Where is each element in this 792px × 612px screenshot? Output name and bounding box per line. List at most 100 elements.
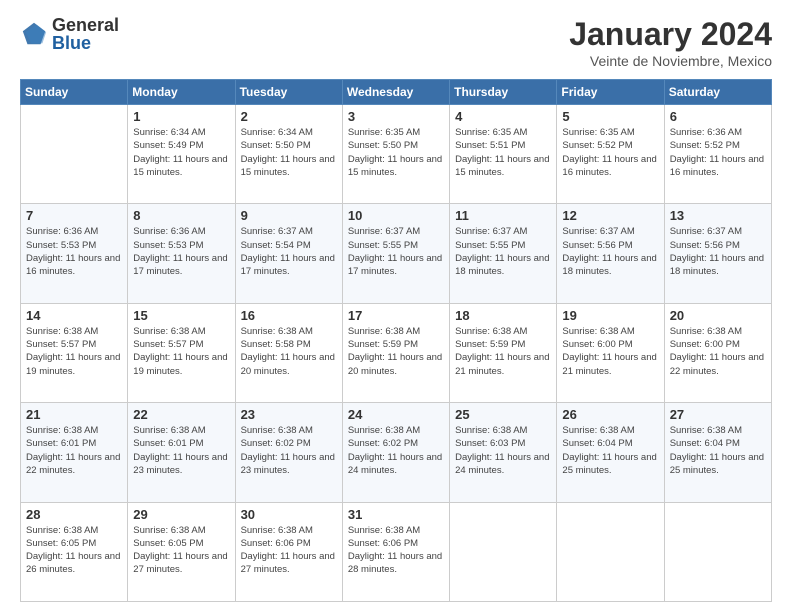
day-info: Sunrise: 6:34 AMSunset: 5:49 PMDaylight:… [133,126,229,179]
day-number: 12 [562,208,658,223]
day-info: Sunrise: 6:38 AMSunset: 5:57 PMDaylight:… [26,325,122,378]
table-row: 19Sunrise: 6:38 AMSunset: 6:00 PMDayligh… [557,303,664,402]
table-row: 27Sunrise: 6:38 AMSunset: 6:04 PMDayligh… [664,403,771,502]
logo-blue-text: Blue [52,34,119,52]
day-number: 24 [348,407,444,422]
calendar-header-row: Sunday Monday Tuesday Wednesday Thursday… [21,80,772,105]
day-info: Sunrise: 6:35 AMSunset: 5:52 PMDaylight:… [562,126,658,179]
day-info: Sunrise: 6:38 AMSunset: 6:00 PMDaylight:… [670,325,766,378]
day-number: 14 [26,308,122,323]
day-info: Sunrise: 6:38 AMSunset: 5:59 PMDaylight:… [455,325,551,378]
day-info: Sunrise: 6:34 AMSunset: 5:50 PMDaylight:… [241,126,337,179]
day-info: Sunrise: 6:38 AMSunset: 6:04 PMDaylight:… [670,424,766,477]
table-row: 14 Sunrise: 6:38 AMSunset: 5:57 PMDayligh… [21,303,128,402]
day-info: Sunrise: 6:38 AMSunset: 6:05 PMDaylight:… [133,524,229,577]
table-row [21,105,128,204]
day-number: 2 [241,109,337,124]
table-row: 23 Sunrise: 6:38 AMSunset: 6:02 PMDayligh… [235,403,342,502]
table-row: 9 Sunrise: 6:37 AMSunset: 5:54 PMDaylight… [235,204,342,303]
header-wednesday: Wednesday [342,80,449,105]
day-info: Sunrise: 6:37 AMSunset: 5:55 PMDaylight:… [348,225,444,278]
header-friday: Friday [557,80,664,105]
table-row: 24 Sunrise: 6:38 AMSunset: 6:02 PMDayligh… [342,403,449,502]
table-row: 3 Sunrise: 6:35 AMSunset: 5:50 PMDaylight… [342,105,449,204]
day-number: 15 [133,308,229,323]
day-number: 9 [241,208,337,223]
day-info: Sunrise: 6:38 AMSunset: 6:03 PMDaylight:… [455,424,551,477]
table-row [664,502,771,601]
day-info: Sunrise: 6:38 AMSunset: 6:02 PMDaylight:… [348,424,444,477]
day-number: 10 [348,208,444,223]
day-number: 8 [133,208,229,223]
day-info: Sunrise: 6:37 AMSunset: 5:56 PMDaylight:… [562,225,658,278]
day-info: Sunrise: 6:37 AMSunset: 5:54 PMDaylight:… [241,225,337,278]
day-number: 3 [348,109,444,124]
day-number: 23 [241,407,337,422]
day-number: 4 [455,109,551,124]
day-info: Sunrise: 6:38 AMSunset: 6:01 PMDaylight:… [26,424,122,477]
day-number: 20 [670,308,766,323]
table-row: 16 Sunrise: 6:38 AMSunset: 5:58 PMDayligh… [235,303,342,402]
day-info: Sunrise: 6:38 AMSunset: 5:57 PMDaylight:… [133,325,229,378]
table-row: 6 Sunrise: 6:36 AMSunset: 5:52 PMDaylight… [664,105,771,204]
table-row: 7 Sunrise: 6:36 AMSunset: 5:53 PMDaylight… [21,204,128,303]
table-row: 8Sunrise: 6:36 AMSunset: 5:53 PMDaylight… [128,204,235,303]
calendar-week-row: 14 Sunrise: 6:38 AMSunset: 5:57 PMDayligh… [21,303,772,402]
table-row [557,502,664,601]
day-number: 30 [241,507,337,522]
day-info: Sunrise: 6:38 AMSunset: 6:01 PMDaylight:… [133,424,229,477]
logo-icon [20,20,48,48]
table-row: 11Sunrise: 6:37 AMSunset: 5:55 PMDayligh… [450,204,557,303]
logo-general-text: General [52,16,119,34]
day-info: Sunrise: 6:38 AMSunset: 5:58 PMDaylight:… [241,325,337,378]
calendar-week-row: 7 Sunrise: 6:36 AMSunset: 5:53 PMDaylight… [21,204,772,303]
day-info: Sunrise: 6:35 AMSunset: 5:51 PMDaylight:… [455,126,551,179]
header-sunday: Sunday [21,80,128,105]
day-number: 16 [241,308,337,323]
table-row: 10 Sunrise: 6:37 AMSunset: 5:55 PMDayligh… [342,204,449,303]
day-info: Sunrise: 6:37 AMSunset: 5:55 PMDaylight:… [455,225,551,278]
table-row: 1 Sunrise: 6:34 AMSunset: 5:49 PMDaylight… [128,105,235,204]
day-info: Sunrise: 6:38 AMSunset: 6:06 PMDaylight:… [241,524,337,577]
header-saturday: Saturday [664,80,771,105]
table-row: 25 Sunrise: 6:38 AMSunset: 6:03 PMDayligh… [450,403,557,502]
day-number: 18 [455,308,551,323]
day-info: Sunrise: 6:36 AMSunset: 5:52 PMDaylight:… [670,126,766,179]
day-info: Sunrise: 6:36 AMSunset: 5:53 PMDaylight:… [26,225,122,278]
table-row: 18 Sunrise: 6:38 AMSunset: 5:59 PMDayligh… [450,303,557,402]
day-number: 13 [670,208,766,223]
calendar-table: Sunday Monday Tuesday Wednesday Thursday… [20,79,772,602]
day-info: Sunrise: 6:37 AMSunset: 5:56 PMDaylight:… [670,225,766,278]
location-subtitle: Veinte de Noviembre, Mexico [569,53,772,69]
header-monday: Monday [128,80,235,105]
page: General Blue January 2024 Veinte de Novi… [0,0,792,612]
logo: General Blue [20,16,119,52]
table-row: 31 Sunrise: 6:38 AMSunset: 6:06 PMDayligh… [342,502,449,601]
day-info: Sunrise: 6:38 AMSunset: 6:06 PMDaylight:… [348,524,444,577]
table-row: 2 Sunrise: 6:34 AMSunset: 5:50 PMDaylight… [235,105,342,204]
title-section: January 2024 Veinte de Noviembre, Mexico [569,16,772,69]
day-info: Sunrise: 6:38 AMSunset: 6:02 PMDaylight:… [241,424,337,477]
day-number: 25 [455,407,551,422]
table-row: 12 Sunrise: 6:37 AMSunset: 5:56 PMDayligh… [557,204,664,303]
day-number: 6 [670,109,766,124]
day-number: 5 [562,109,658,124]
table-row: 4 Sunrise: 6:35 AMSunset: 5:51 PMDaylight… [450,105,557,204]
table-row: 17Sunrise: 6:38 AMSunset: 5:59 PMDayligh… [342,303,449,402]
table-row: 21 Sunrise: 6:38 AMSunset: 6:01 PMDayligh… [21,403,128,502]
calendar-week-row: 28Sunrise: 6:38 AMSunset: 6:05 PMDayligh… [21,502,772,601]
day-info: Sunrise: 6:38 AMSunset: 6:00 PMDaylight:… [562,325,658,378]
day-info: Sunrise: 6:38 AMSunset: 6:04 PMDaylight:… [562,424,658,477]
table-row: 20 Sunrise: 6:38 AMSunset: 6:00 PMDayligh… [664,303,771,402]
day-number: 1 [133,109,229,124]
day-number: 7 [26,208,122,223]
calendar-week-row: 1 Sunrise: 6:34 AMSunset: 5:49 PMDaylight… [21,105,772,204]
calendar-week-row: 21 Sunrise: 6:38 AMSunset: 6:01 PMDayligh… [21,403,772,502]
day-number: 21 [26,407,122,422]
header: General Blue January 2024 Veinte de Novi… [20,16,772,69]
day-info: Sunrise: 6:38 AMSunset: 6:05 PMDaylight:… [26,524,122,577]
day-number: 17 [348,308,444,323]
day-number: 31 [348,507,444,522]
day-info: Sunrise: 6:35 AMSunset: 5:50 PMDaylight:… [348,126,444,179]
day-number: 26 [562,407,658,422]
